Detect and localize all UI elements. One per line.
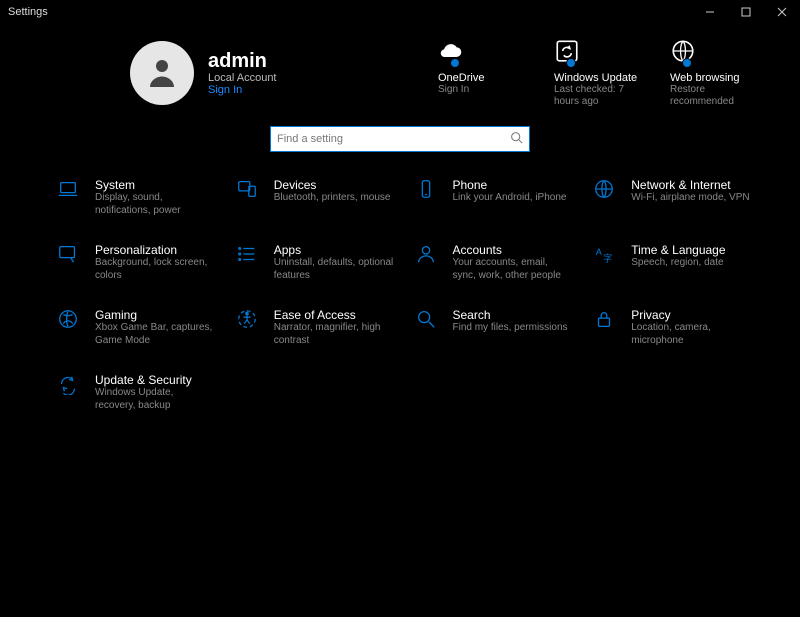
person-icon: [413, 243, 439, 269]
cat-title: Privacy: [631, 308, 751, 322]
minimize-button[interactable]: [692, 0, 728, 24]
cat-sub: Wi-Fi, airplane mode, VPN: [631, 192, 749, 205]
xbox-icon: [55, 308, 81, 334]
cat-sub: Xbox Game Bar, captures, Game Mode: [95, 322, 215, 347]
cat-time-language[interactable]: A字 Time & Language Speech, region, date: [591, 243, 760, 282]
cat-title: Gaming: [95, 308, 215, 322]
globe-icon: [670, 38, 698, 66]
language-icon: A字: [591, 243, 617, 269]
tile-sub: Sign In: [438, 84, 528, 96]
cat-sub: Bluetooth, printers, mouse: [274, 192, 391, 205]
header: admin Local Account Sign In OneDrive Sig…: [0, 24, 800, 124]
cat-search[interactable]: Search Find my files, permissions: [413, 308, 582, 347]
tile-web-browsing[interactable]: Web browsing Restore recommended: [670, 38, 760, 108]
cat-title: Ease of Access: [274, 308, 394, 322]
search-input[interactable]: [277, 133, 510, 145]
maximize-button[interactable]: [728, 0, 764, 24]
cat-accounts[interactable]: Accounts Your accounts, email, sync, wor…: [413, 243, 582, 282]
status-badge: [566, 58, 576, 68]
titlebar: Settings: [0, 0, 800, 24]
cat-devices[interactable]: Devices Bluetooth, printers, mouse: [234, 178, 403, 217]
svg-text:A: A: [596, 247, 603, 257]
user-signin-link[interactable]: Sign In: [208, 84, 277, 96]
bottom-bar: [0, 617, 800, 625]
globe-icon: [591, 178, 617, 204]
cat-title: System: [95, 178, 215, 192]
cat-sub: Your accounts, email, sync, work, other …: [453, 257, 573, 282]
cat-sub: Background, lock screen, colors: [95, 257, 215, 282]
window-controls: [692, 0, 800, 24]
cat-system[interactable]: System Display, sound, notifications, po…: [55, 178, 224, 217]
tile-title: Windows Update: [554, 72, 644, 84]
tile-onedrive[interactable]: OneDrive Sign In: [438, 38, 528, 108]
search-wrap: [0, 124, 800, 172]
cat-title: Accounts: [453, 243, 573, 257]
lock-icon: [591, 308, 617, 334]
accessibility-icon: [234, 308, 260, 334]
user-role: Local Account: [208, 72, 277, 84]
user-block[interactable]: admin Local Account Sign In: [130, 38, 277, 108]
paintbrush-icon: [55, 243, 81, 269]
cat-update-security[interactable]: Update & Security Windows Update, recove…: [55, 373, 224, 412]
search-icon: [413, 308, 439, 334]
cat-phone[interactable]: Phone Link your Android, iPhone: [413, 178, 582, 217]
cloud-icon: [438, 38, 466, 66]
cat-ease-of-access[interactable]: Ease of Access Narrator, magnifier, high…: [234, 308, 403, 347]
user-name: admin: [208, 50, 277, 72]
laptop-icon: [55, 178, 81, 204]
sync-icon: [554, 38, 582, 66]
status-badge: [450, 58, 460, 68]
list-icon: [234, 243, 260, 269]
cat-sub: Uninstall, defaults, optional features: [274, 257, 394, 282]
tile-title: OneDrive: [438, 72, 528, 84]
tile-sub: Last checked: 7 hours ago: [554, 84, 644, 108]
close-button[interactable]: [764, 0, 800, 24]
cat-sub: Location, camera, microphone: [631, 322, 751, 347]
refresh-icon: [55, 373, 81, 399]
header-tiles: OneDrive Sign In Windows Update Last che…: [438, 38, 760, 108]
cat-privacy[interactable]: Privacy Location, camera, microphone: [591, 308, 760, 347]
cat-sub: Speech, region, date: [631, 257, 725, 270]
tile-windows-update[interactable]: Windows Update Last checked: 7 hours ago: [554, 38, 644, 108]
person-icon: [144, 54, 180, 93]
devices-icon: [234, 178, 260, 204]
cat-title: Personalization: [95, 243, 215, 257]
cat-title: Search: [453, 308, 568, 322]
cat-sub: Find my files, permissions: [453, 322, 568, 335]
cat-gaming[interactable]: Gaming Xbox Game Bar, captures, Game Mod…: [55, 308, 224, 347]
cat-personalization[interactable]: Personalization Background, lock screen,…: [55, 243, 224, 282]
cat-apps[interactable]: Apps Uninstall, defaults, optional featu…: [234, 243, 403, 282]
category-grid: System Display, sound, notifications, po…: [0, 172, 800, 412]
user-text: admin Local Account Sign In: [208, 50, 277, 96]
search-box[interactable]: [270, 126, 530, 152]
search-icon: [510, 131, 523, 147]
svg-text:字: 字: [603, 252, 612, 263]
tile-sub: Restore recommended: [670, 84, 760, 108]
cat-title: Apps: [274, 243, 394, 257]
tile-title: Web browsing: [670, 72, 760, 84]
status-badge: [682, 58, 692, 68]
cat-title: Time & Language: [631, 243, 725, 257]
window-title: Settings: [8, 6, 48, 18]
cat-title: Update & Security: [95, 373, 215, 387]
cat-title: Phone: [453, 178, 567, 192]
cat-title: Network & Internet: [631, 178, 749, 192]
cat-sub: Display, sound, notifications, power: [95, 192, 215, 217]
phone-icon: [413, 178, 439, 204]
avatar: [130, 41, 194, 105]
cat-sub: Windows Update, recovery, backup: [95, 387, 215, 412]
cat-sub: Link your Android, iPhone: [453, 192, 567, 205]
cat-title: Devices: [274, 178, 391, 192]
cat-network[interactable]: Network & Internet Wi-Fi, airplane mode,…: [591, 178, 760, 217]
cat-sub: Narrator, magnifier, high contrast: [274, 322, 394, 347]
